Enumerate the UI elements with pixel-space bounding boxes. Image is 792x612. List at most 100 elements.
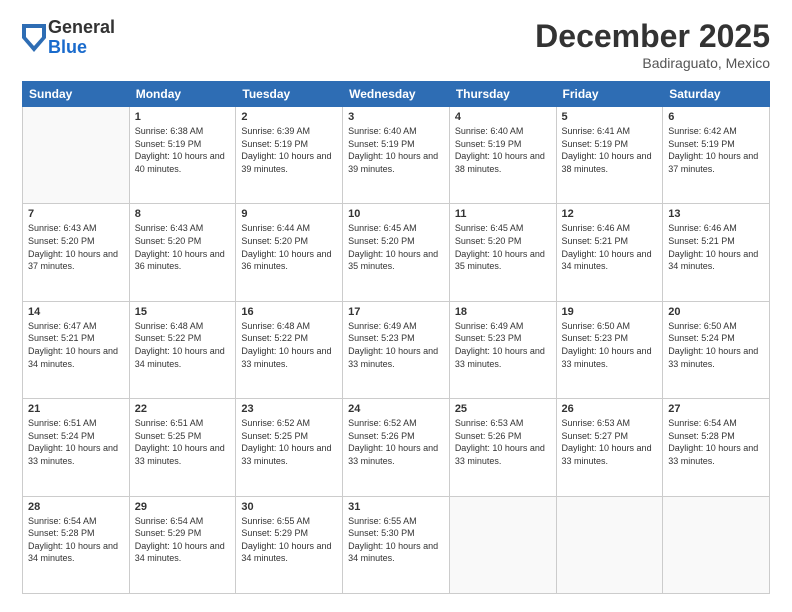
- day-number: 19: [562, 306, 658, 318]
- day-header-friday: Friday: [556, 82, 663, 107]
- sunset-text: Sunset: 5:25 PM: [241, 431, 308, 441]
- calendar-cell: 27 Sunrise: 6:54 AM Sunset: 5:28 PM Dayl…: [663, 399, 770, 496]
- daylight-text: Daylight: 10 hours and 40 minutes.: [135, 151, 225, 174]
- cell-info: Sunrise: 6:53 AM Sunset: 5:26 PM Dayligh…: [455, 417, 551, 467]
- cell-info: Sunrise: 6:51 AM Sunset: 5:24 PM Dayligh…: [28, 417, 124, 467]
- calendar-cell: 30 Sunrise: 6:55 AM Sunset: 5:29 PM Dayl…: [236, 496, 343, 593]
- sunset-text: Sunset: 5:20 PM: [28, 236, 95, 246]
- daylight-text: Daylight: 10 hours and 33 minutes.: [241, 443, 331, 466]
- day-number: 15: [135, 306, 231, 318]
- calendar-cell: 14 Sunrise: 6:47 AM Sunset: 5:21 PM Dayl…: [23, 301, 130, 398]
- sunset-text: Sunset: 5:26 PM: [455, 431, 522, 441]
- sunrise-text: Sunrise: 6:45 AM: [455, 223, 524, 233]
- daylight-text: Daylight: 10 hours and 33 minutes.: [348, 346, 438, 369]
- sunrise-text: Sunrise: 6:42 AM: [668, 126, 737, 136]
- sunrise-text: Sunrise: 6:47 AM: [28, 321, 97, 331]
- sunrise-text: Sunrise: 6:54 AM: [135, 516, 204, 526]
- day-number: 16: [241, 306, 337, 318]
- calendar-cell: 5 Sunrise: 6:41 AM Sunset: 5:19 PM Dayli…: [556, 107, 663, 204]
- cell-info: Sunrise: 6:39 AM Sunset: 5:19 PM Dayligh…: [241, 125, 337, 175]
- sunrise-text: Sunrise: 6:40 AM: [348, 126, 417, 136]
- calendar-week-row: 1 Sunrise: 6:38 AM Sunset: 5:19 PM Dayli…: [23, 107, 770, 204]
- daylight-text: Daylight: 10 hours and 39 minutes.: [348, 151, 438, 174]
- sunset-text: Sunset: 5:20 PM: [348, 236, 415, 246]
- calendar-week-row: 7 Sunrise: 6:43 AM Sunset: 5:20 PM Dayli…: [23, 204, 770, 301]
- sunrise-text: Sunrise: 6:43 AM: [135, 223, 204, 233]
- day-number: 31: [348, 501, 444, 513]
- sunset-text: Sunset: 5:23 PM: [348, 333, 415, 343]
- day-number: 21: [28, 403, 124, 415]
- location: Badiraguato, Mexico: [535, 55, 770, 71]
- calendar-cell: [449, 496, 556, 593]
- day-number: 24: [348, 403, 444, 415]
- calendar-cell: 10 Sunrise: 6:45 AM Sunset: 5:20 PM Dayl…: [343, 204, 450, 301]
- calendar-week-row: 28 Sunrise: 6:54 AM Sunset: 5:28 PM Dayl…: [23, 496, 770, 593]
- daylight-text: Daylight: 10 hours and 33 minutes.: [455, 346, 545, 369]
- day-number: 20: [668, 306, 764, 318]
- cell-info: Sunrise: 6:51 AM Sunset: 5:25 PM Dayligh…: [135, 417, 231, 467]
- calendar-cell: 24 Sunrise: 6:52 AM Sunset: 5:26 PM Dayl…: [343, 399, 450, 496]
- sunrise-text: Sunrise: 6:48 AM: [135, 321, 204, 331]
- cell-info: Sunrise: 6:49 AM Sunset: 5:23 PM Dayligh…: [348, 320, 444, 370]
- day-number: 9: [241, 208, 337, 220]
- sunrise-text: Sunrise: 6:38 AM: [135, 126, 204, 136]
- day-number: 7: [28, 208, 124, 220]
- cell-info: Sunrise: 6:53 AM Sunset: 5:27 PM Dayligh…: [562, 417, 658, 467]
- daylight-text: Daylight: 10 hours and 33 minutes.: [348, 443, 438, 466]
- day-number: 13: [668, 208, 764, 220]
- sunrise-text: Sunrise: 6:55 AM: [348, 516, 417, 526]
- sunset-text: Sunset: 5:23 PM: [455, 333, 522, 343]
- calendar-cell: 8 Sunrise: 6:43 AM Sunset: 5:20 PM Dayli…: [129, 204, 236, 301]
- daylight-text: Daylight: 10 hours and 38 minutes.: [455, 151, 545, 174]
- daylight-text: Daylight: 10 hours and 34 minutes.: [135, 346, 225, 369]
- sunset-text: Sunset: 5:19 PM: [241, 139, 308, 149]
- logo-text: General Blue: [48, 18, 115, 58]
- calendar-cell: 31 Sunrise: 6:55 AM Sunset: 5:30 PM Dayl…: [343, 496, 450, 593]
- day-number: 2: [241, 111, 337, 123]
- sunrise-text: Sunrise: 6:51 AM: [135, 418, 204, 428]
- cell-info: Sunrise: 6:49 AM Sunset: 5:23 PM Dayligh…: [455, 320, 551, 370]
- daylight-text: Daylight: 10 hours and 36 minutes.: [135, 249, 225, 272]
- calendar-cell: 9 Sunrise: 6:44 AM Sunset: 5:20 PM Dayli…: [236, 204, 343, 301]
- sunset-text: Sunset: 5:29 PM: [241, 528, 308, 538]
- day-header-wednesday: Wednesday: [343, 82, 450, 107]
- day-number: 25: [455, 403, 551, 415]
- daylight-text: Daylight: 10 hours and 34 minutes.: [241, 541, 331, 564]
- daylight-text: Daylight: 10 hours and 39 minutes.: [241, 151, 331, 174]
- sunset-text: Sunset: 5:20 PM: [455, 236, 522, 246]
- calendar-cell: 29 Sunrise: 6:54 AM Sunset: 5:29 PM Dayl…: [129, 496, 236, 593]
- daylight-text: Daylight: 10 hours and 34 minutes.: [668, 249, 758, 272]
- daylight-text: Daylight: 10 hours and 36 minutes.: [241, 249, 331, 272]
- sunrise-text: Sunrise: 6:55 AM: [241, 516, 310, 526]
- sunset-text: Sunset: 5:19 PM: [455, 139, 522, 149]
- daylight-text: Daylight: 10 hours and 33 minutes.: [455, 443, 545, 466]
- day-number: 12: [562, 208, 658, 220]
- calendar-cell: 26 Sunrise: 6:53 AM Sunset: 5:27 PM Dayl…: [556, 399, 663, 496]
- sunset-text: Sunset: 5:24 PM: [28, 431, 95, 441]
- cell-info: Sunrise: 6:43 AM Sunset: 5:20 PM Dayligh…: [135, 222, 231, 272]
- logo-blue: Blue: [48, 38, 115, 58]
- sunrise-text: Sunrise: 6:46 AM: [668, 223, 737, 233]
- calendar-cell: 23 Sunrise: 6:52 AM Sunset: 5:25 PM Dayl…: [236, 399, 343, 496]
- cell-info: Sunrise: 6:50 AM Sunset: 5:24 PM Dayligh…: [668, 320, 764, 370]
- cell-info: Sunrise: 6:47 AM Sunset: 5:21 PM Dayligh…: [28, 320, 124, 370]
- calendar-cell: [663, 496, 770, 593]
- sunset-text: Sunset: 5:24 PM: [668, 333, 735, 343]
- day-number: 3: [348, 111, 444, 123]
- cell-info: Sunrise: 6:41 AM Sunset: 5:19 PM Dayligh…: [562, 125, 658, 175]
- day-number: 10: [348, 208, 444, 220]
- day-number: 6: [668, 111, 764, 123]
- day-number: 14: [28, 306, 124, 318]
- sunrise-text: Sunrise: 6:52 AM: [348, 418, 417, 428]
- cell-info: Sunrise: 6:50 AM Sunset: 5:23 PM Dayligh…: [562, 320, 658, 370]
- sunrise-text: Sunrise: 6:45 AM: [348, 223, 417, 233]
- cell-info: Sunrise: 6:42 AM Sunset: 5:19 PM Dayligh…: [668, 125, 764, 175]
- sunrise-text: Sunrise: 6:51 AM: [28, 418, 97, 428]
- sunrise-text: Sunrise: 6:41 AM: [562, 126, 631, 136]
- calendar-table: SundayMondayTuesdayWednesdayThursdayFrid…: [22, 81, 770, 594]
- calendar-cell: 21 Sunrise: 6:51 AM Sunset: 5:24 PM Dayl…: [23, 399, 130, 496]
- sunset-text: Sunset: 5:19 PM: [348, 139, 415, 149]
- day-number: 11: [455, 208, 551, 220]
- cell-info: Sunrise: 6:52 AM Sunset: 5:25 PM Dayligh…: [241, 417, 337, 467]
- sunset-text: Sunset: 5:28 PM: [28, 528, 95, 538]
